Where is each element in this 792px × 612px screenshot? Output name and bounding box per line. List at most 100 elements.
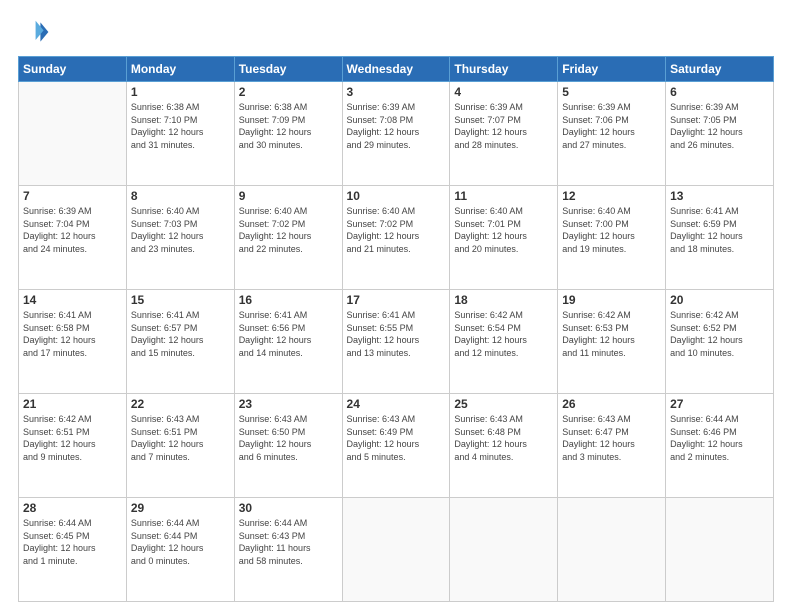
calendar-cell: 1 Sunrise: 6:38 AM Sunset: 7:10 PM Daylig… (126, 82, 234, 186)
calendar-cell: 30 Sunrise: 6:44 AM Sunset: 6:43 PM Dayli… (234, 498, 342, 602)
day-info: Sunrise: 6:38 AM Sunset: 7:09 PM Dayligh… (239, 101, 338, 151)
page: SundayMondayTuesdayWednesdayThursdayFrid… (0, 0, 792, 612)
day-info: Sunrise: 6:39 AM Sunset: 7:08 PM Dayligh… (347, 101, 446, 151)
calendar-cell: 18 Sunrise: 6:42 AM Sunset: 6:54 PM Dayli… (450, 290, 558, 394)
day-number: 25 (454, 397, 553, 411)
calendar-cell: 3 Sunrise: 6:39 AM Sunset: 7:08 PM Daylig… (342, 82, 450, 186)
day-info: Sunrise: 6:42 AM Sunset: 6:51 PM Dayligh… (23, 413, 122, 463)
day-number: 13 (670, 189, 769, 203)
calendar-cell: 8 Sunrise: 6:40 AM Sunset: 7:03 PM Daylig… (126, 186, 234, 290)
calendar-cell: 5Sunrise: 6:39 AM Sunset: 7:06 PM Daylig… (558, 82, 666, 186)
day-info: Sunrise: 6:41 AM Sunset: 6:59 PM Dayligh… (670, 205, 769, 255)
weekday-header-monday: Monday (126, 57, 234, 82)
day-info: Sunrise: 6:41 AM Sunset: 6:57 PM Dayligh… (131, 309, 230, 359)
calendar-cell: 29 Sunrise: 6:44 AM Sunset: 6:44 PM Dayli… (126, 498, 234, 602)
weekday-header-tuesday: Tuesday (234, 57, 342, 82)
weekday-header-wednesday: Wednesday (342, 57, 450, 82)
day-info: Sunrise: 6:43 AM Sunset: 6:50 PM Dayligh… (239, 413, 338, 463)
weekday-header-saturday: Saturday (666, 57, 774, 82)
day-number: 1 (131, 85, 230, 99)
day-number: 24 (347, 397, 446, 411)
day-info: Sunrise: 6:42 AM Sunset: 6:52 PM Dayligh… (670, 309, 769, 359)
day-number: 14 (23, 293, 122, 307)
day-info: Sunrise: 6:41 AM Sunset: 6:58 PM Dayligh… (23, 309, 122, 359)
calendar-table: SundayMondayTuesdayWednesdayThursdayFrid… (18, 56, 774, 602)
day-info: Sunrise: 6:44 AM Sunset: 6:46 PM Dayligh… (670, 413, 769, 463)
calendar-cell: 15 Sunrise: 6:41 AM Sunset: 6:57 PM Dayli… (126, 290, 234, 394)
calendar-cell (558, 498, 666, 602)
calendar-cell: 10Sunrise: 6:40 AM Sunset: 7:02 PM Dayli… (342, 186, 450, 290)
weekday-header-sunday: Sunday (19, 57, 127, 82)
day-number: 15 (131, 293, 230, 307)
day-info: Sunrise: 6:39 AM Sunset: 7:04 PM Dayligh… (23, 205, 122, 255)
calendar-week-row: 1 Sunrise: 6:38 AM Sunset: 7:10 PM Daylig… (19, 82, 774, 186)
day-info: Sunrise: 6:43 AM Sunset: 6:49 PM Dayligh… (347, 413, 446, 463)
day-info: Sunrise: 6:38 AM Sunset: 7:10 PM Dayligh… (131, 101, 230, 151)
day-info: Sunrise: 6:39 AM Sunset: 7:05 PM Dayligh… (670, 101, 769, 151)
calendar-cell: 13 Sunrise: 6:41 AM Sunset: 6:59 PM Dayli… (666, 186, 774, 290)
calendar-week-row: 21 Sunrise: 6:42 AM Sunset: 6:51 PM Dayli… (19, 394, 774, 498)
day-info: Sunrise: 6:44 AM Sunset: 6:44 PM Dayligh… (131, 517, 230, 567)
calendar-cell: 6Sunrise: 6:39 AM Sunset: 7:05 PM Daylig… (666, 82, 774, 186)
calendar-cell (666, 498, 774, 602)
calendar-cell: 17 Sunrise: 6:41 AM Sunset: 6:55 PM Dayli… (342, 290, 450, 394)
day-info: Sunrise: 6:39 AM Sunset: 7:07 PM Dayligh… (454, 101, 553, 151)
day-number: 23 (239, 397, 338, 411)
calendar-cell: 21 Sunrise: 6:42 AM Sunset: 6:51 PM Dayli… (19, 394, 127, 498)
day-number: 12 (562, 189, 661, 203)
calendar-cell: 27 Sunrise: 6:44 AM Sunset: 6:46 PM Dayli… (666, 394, 774, 498)
day-number: 3 (347, 85, 446, 99)
day-number: 7 (23, 189, 122, 203)
calendar-cell: 20 Sunrise: 6:42 AM Sunset: 6:52 PM Dayli… (666, 290, 774, 394)
day-number: 30 (239, 501, 338, 515)
day-number: 18 (454, 293, 553, 307)
day-number: 2 (239, 85, 338, 99)
calendar-cell: 16Sunrise: 6:41 AM Sunset: 6:56 PM Dayli… (234, 290, 342, 394)
day-number: 28 (23, 501, 122, 515)
day-number: 9 (239, 189, 338, 203)
weekday-header-row: SundayMondayTuesdayWednesdayThursdayFrid… (19, 57, 774, 82)
day-number: 16 (239, 293, 338, 307)
day-info: Sunrise: 6:43 AM Sunset: 6:51 PM Dayligh… (131, 413, 230, 463)
day-number: 29 (131, 501, 230, 515)
day-info: Sunrise: 6:44 AM Sunset: 6:43 PM Dayligh… (239, 517, 338, 567)
day-number: 20 (670, 293, 769, 307)
day-info: Sunrise: 6:40 AM Sunset: 7:00 PM Dayligh… (562, 205, 661, 255)
header (18, 16, 774, 48)
calendar-week-row: 14 Sunrise: 6:41 AM Sunset: 6:58 PM Dayli… (19, 290, 774, 394)
day-info: Sunrise: 6:39 AM Sunset: 7:06 PM Dayligh… (562, 101, 661, 151)
calendar-cell: 14 Sunrise: 6:41 AM Sunset: 6:58 PM Dayli… (19, 290, 127, 394)
weekday-header-thursday: Thursday (450, 57, 558, 82)
day-info: Sunrise: 6:43 AM Sunset: 6:48 PM Dayligh… (454, 413, 553, 463)
calendar-cell: 22 Sunrise: 6:43 AM Sunset: 6:51 PM Dayli… (126, 394, 234, 498)
calendar-cell: 2 Sunrise: 6:38 AM Sunset: 7:09 PM Daylig… (234, 82, 342, 186)
day-info: Sunrise: 6:42 AM Sunset: 6:53 PM Dayligh… (562, 309, 661, 359)
day-info: Sunrise: 6:42 AM Sunset: 6:54 PM Dayligh… (454, 309, 553, 359)
calendar-cell (450, 498, 558, 602)
calendar-week-row: 28Sunrise: 6:44 AM Sunset: 6:45 PM Dayli… (19, 498, 774, 602)
calendar-cell: 7 Sunrise: 6:39 AM Sunset: 7:04 PM Daylig… (19, 186, 127, 290)
calendar-cell: 19 Sunrise: 6:42 AM Sunset: 6:53 PM Dayli… (558, 290, 666, 394)
day-info: Sunrise: 6:40 AM Sunset: 7:01 PM Dayligh… (454, 205, 553, 255)
calendar-week-row: 7 Sunrise: 6:39 AM Sunset: 7:04 PM Daylig… (19, 186, 774, 290)
day-number: 17 (347, 293, 446, 307)
day-number: 19 (562, 293, 661, 307)
day-number: 8 (131, 189, 230, 203)
calendar-cell: 23 Sunrise: 6:43 AM Sunset: 6:50 PM Dayli… (234, 394, 342, 498)
calendar-cell: 12 Sunrise: 6:40 AM Sunset: 7:00 PM Dayli… (558, 186, 666, 290)
day-number: 22 (131, 397, 230, 411)
day-number: 26 (562, 397, 661, 411)
calendar-cell (342, 498, 450, 602)
calendar-cell: 11Sunrise: 6:40 AM Sunset: 7:01 PM Dayli… (450, 186, 558, 290)
day-info: Sunrise: 6:40 AM Sunset: 7:03 PM Dayligh… (131, 205, 230, 255)
calendar-cell: 25 Sunrise: 6:43 AM Sunset: 6:48 PM Dayli… (450, 394, 558, 498)
day-number: 4 (454, 85, 553, 99)
calendar-cell: 4 Sunrise: 6:39 AM Sunset: 7:07 PM Daylig… (450, 82, 558, 186)
calendar-cell: 24 Sunrise: 6:43 AM Sunset: 6:49 PM Dayli… (342, 394, 450, 498)
day-info: Sunrise: 6:40 AM Sunset: 7:02 PM Dayligh… (347, 205, 446, 255)
day-number: 27 (670, 397, 769, 411)
calendar-cell: 28Sunrise: 6:44 AM Sunset: 6:45 PM Dayli… (19, 498, 127, 602)
day-info: Sunrise: 6:41 AM Sunset: 6:55 PM Dayligh… (347, 309, 446, 359)
day-info: Sunrise: 6:40 AM Sunset: 7:02 PM Dayligh… (239, 205, 338, 255)
day-number: 21 (23, 397, 122, 411)
